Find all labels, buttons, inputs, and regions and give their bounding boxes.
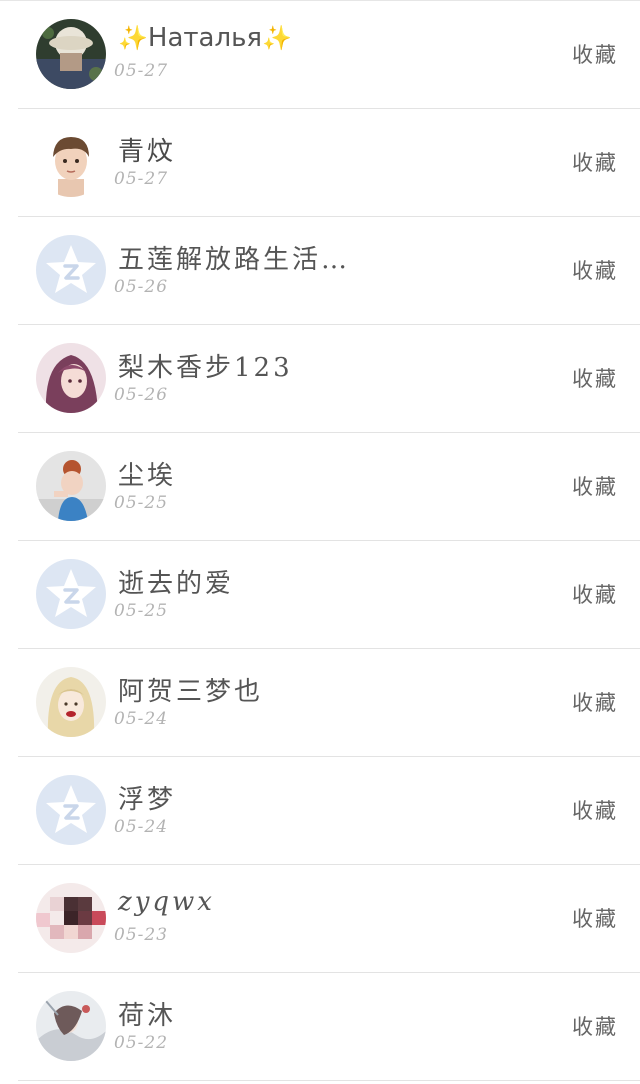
avatar[interactable] — [36, 775, 106, 845]
blonde-girl-icon — [36, 667, 106, 737]
avatar[interactable] — [36, 127, 106, 197]
photo-girl-icon — [36, 451, 106, 521]
list-item[interactable]: 梨木香步123 05-26 收藏 — [18, 325, 640, 433]
avatar[interactable] — [36, 451, 106, 521]
contact-date: 05-27 — [114, 169, 169, 189]
list-item[interactable]: 浮梦 05-24 收藏 — [18, 757, 640, 865]
contact-name: zyqwx — [118, 887, 215, 917]
list-item[interactable]: 逝去的爱 05-25 收藏 — [18, 541, 640, 649]
photo-hat-icon — [36, 19, 106, 89]
contact-name: 阿贺三梦也 — [118, 677, 264, 707]
avatar[interactable] — [36, 343, 106, 413]
favorite-button[interactable]: 收藏 — [572, 687, 618, 717]
list-item[interactable]: 五莲解放路生活… 05-26 收藏 — [18, 217, 640, 325]
list-item[interactable]: ✨Наталья✨ 05-27 收藏 — [18, 1, 640, 109]
list-item[interactable]: 阿贺三梦也 05-24 收藏 — [18, 649, 640, 757]
favorite-button[interactable]: 收藏 — [572, 39, 618, 69]
cartoon-boy-icon — [36, 127, 106, 197]
sparkle-icon: ✨ — [118, 24, 148, 52]
avatar[interactable] — [36, 559, 106, 629]
favorite-button[interactable]: 收藏 — [572, 1011, 618, 1041]
contact-date: 05-26 — [114, 277, 169, 297]
contact-name: 青炆 — [118, 137, 177, 167]
contact-name: 梨木香步123 — [118, 353, 293, 383]
list-item[interactable]: 荷沐 05-22 收藏 — [18, 973, 640, 1081]
contact-date: 05-25 — [114, 601, 169, 621]
favorite-button[interactable]: 收藏 — [572, 471, 618, 501]
contact-date: 05-24 — [114, 817, 169, 837]
favorite-button[interactable]: 收藏 — [572, 147, 618, 177]
contact-name: 荷沐 — [118, 1001, 177, 1031]
contact-date: 05-26 — [114, 385, 169, 405]
contact-list: ✨Наталья✨ 05-27 收藏 青炆 05-27 收藏 五莲解放路生活… … — [0, 0, 640, 1084]
contact-name: 五莲解放路生活… — [118, 245, 351, 275]
contact-date: 05-22 — [114, 1033, 169, 1053]
sparkle-icon: ✨ — [262, 24, 292, 52]
contact-name: 浮梦 — [118, 785, 177, 815]
favorite-button[interactable]: 收藏 — [572, 579, 618, 609]
illustration-icon — [36, 991, 106, 1061]
anime-girl-icon — [36, 343, 106, 413]
list-item[interactable]: 青炆 05-27 收藏 — [18, 109, 640, 217]
contact-date: 05-23 — [114, 925, 169, 945]
default-qzone-star-icon — [36, 235, 106, 305]
list-item[interactable]: 尘埃 05-25 收藏 — [18, 433, 640, 541]
avatar[interactable] — [36, 667, 106, 737]
favorite-button[interactable]: 收藏 — [572, 255, 618, 285]
favorite-button[interactable]: 收藏 — [572, 795, 618, 825]
avatar[interactable] — [36, 19, 106, 89]
contact-name: 尘埃 — [118, 461, 177, 491]
favorite-button[interactable]: 收藏 — [572, 903, 618, 933]
contact-date: 05-24 — [114, 709, 169, 729]
avatar[interactable] — [36, 235, 106, 305]
pixelated-photo-icon — [36, 883, 106, 953]
avatar[interactable] — [36, 883, 106, 953]
contact-date: 05-27 — [114, 61, 169, 81]
favorite-button[interactable]: 收藏 — [572, 363, 618, 393]
default-qzone-star-icon — [36, 559, 106, 629]
default-qzone-star-icon — [36, 775, 106, 845]
list-item[interactable]: zyqwx 05-23 收藏 — [18, 865, 640, 973]
contact-name: ✨Наталья✨ — [118, 23, 292, 53]
contact-date: 05-25 — [114, 493, 169, 513]
contact-name: 逝去的爱 — [118, 569, 235, 599]
avatar[interactable] — [36, 991, 106, 1061]
